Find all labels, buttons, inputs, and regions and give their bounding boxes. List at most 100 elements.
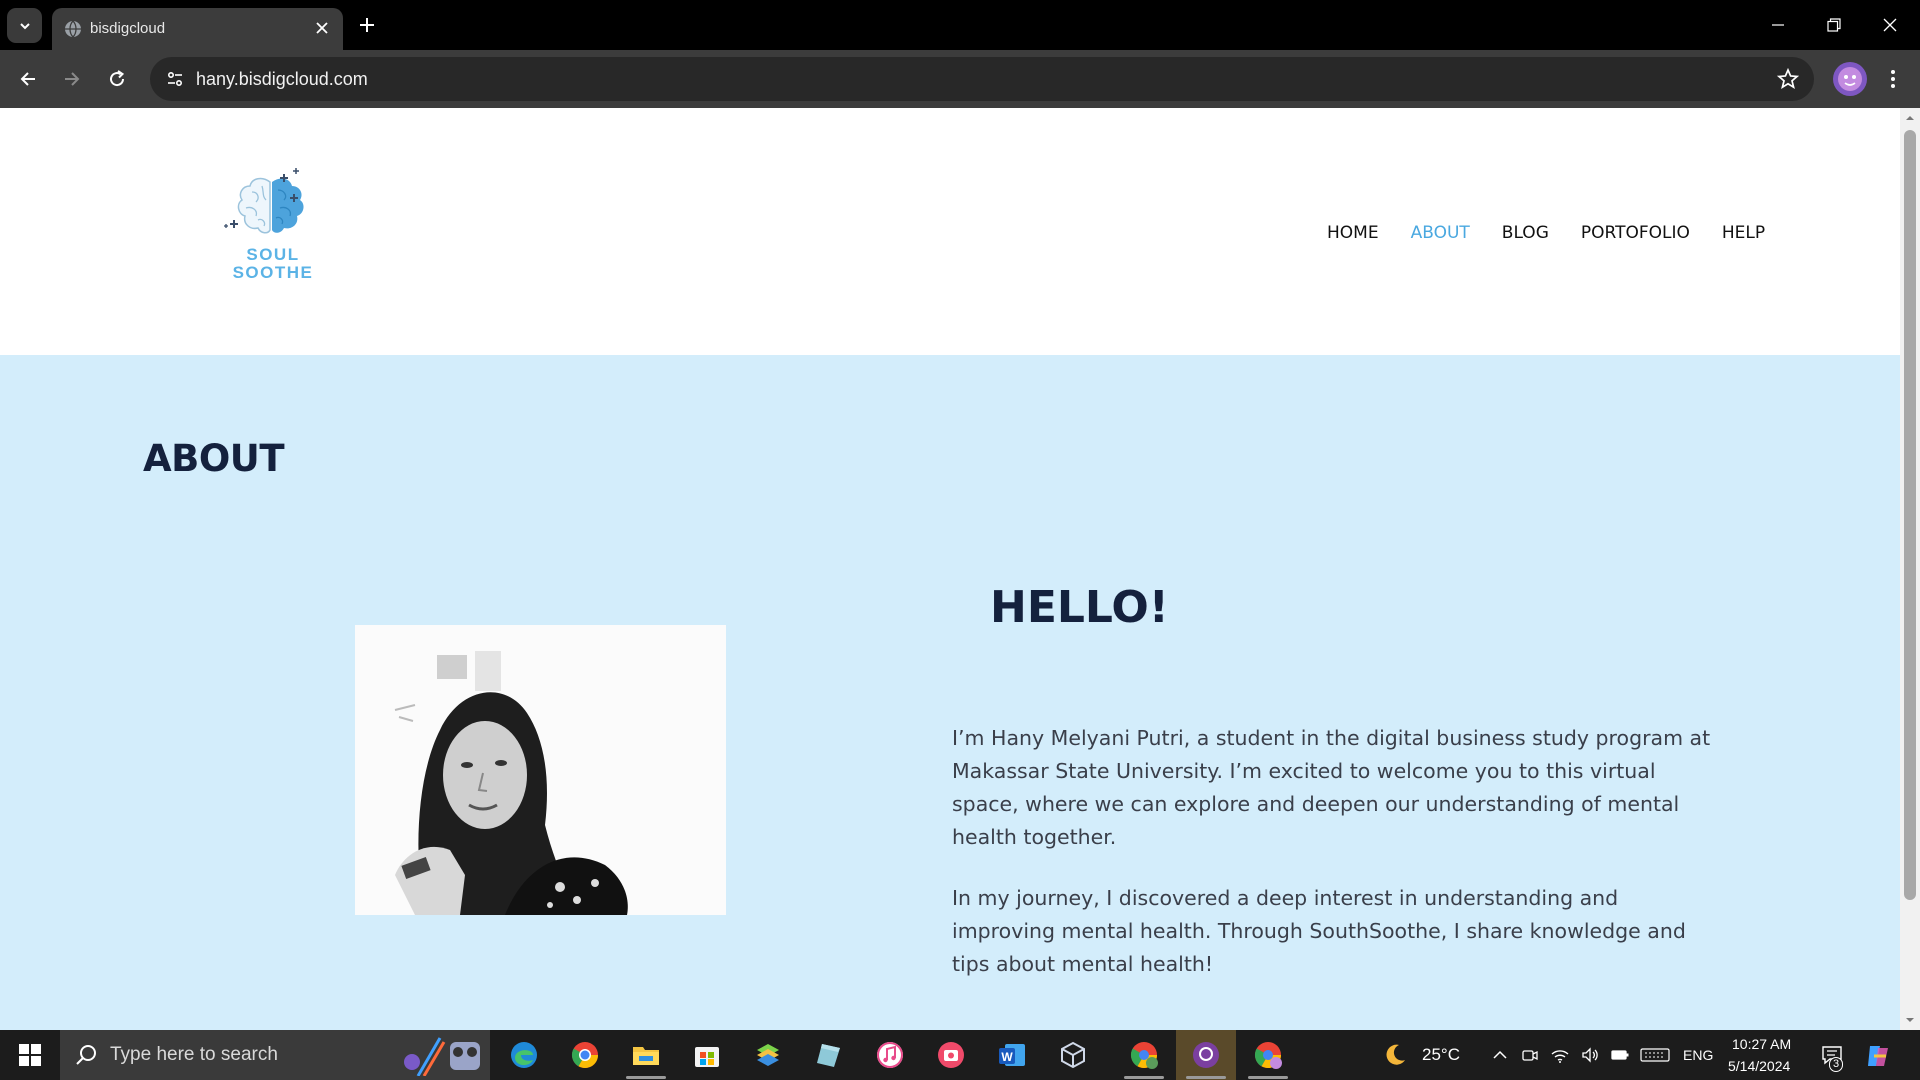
site-info-button[interactable] [160, 64, 190, 94]
nav-blog[interactable]: BLOG [1502, 220, 1549, 246]
page-scrollbar[interactable] [1900, 108, 1920, 1030]
taskbar-itunes[interactable] [860, 1030, 920, 1080]
taskbar-store[interactable] [677, 1030, 737, 1080]
page-title: ABOUT [143, 437, 285, 480]
taskbar-chrome-active[interactable] [1238, 1030, 1298, 1080]
arrow-left-icon [20, 72, 35, 86]
windows-taskbar: Type here to search W 25°C ENG 10:27 AM … [0, 1030, 1920, 1080]
taskbar-edge[interactable] [494, 1030, 554, 1080]
camera-icon [938, 1042, 964, 1068]
restore-button[interactable] [1806, 0, 1862, 50]
nav-help[interactable]: HELP [1722, 220, 1765, 246]
notes-icon [817, 1044, 840, 1067]
intro-paragraph: I’m Hany Melyani Putri, a student in the… [952, 726, 1711, 849]
file-explorer-icon [633, 1047, 659, 1065]
tune-icon [167, 71, 183, 87]
about-section: ABOUT HELLO! I’m Hany Melyani Putri, a s… [0, 355, 1900, 1030]
chevron-down-icon [19, 22, 30, 29]
clock-time[interactable]: 10:27 AM [1732, 1035, 1791, 1053]
url-text[interactable]: hany.bisdigcloud.com [196, 66, 368, 92]
close-window-button[interactable] [1862, 0, 1918, 50]
page-viewport: SOUL SOOTHE HOME ABOUT BLOG PORTOFOLIO H… [0, 108, 1900, 1030]
chrome-icon [571, 1042, 599, 1069]
browser-tab[interactable]: bisdigcloud [52, 8, 343, 50]
scroll-down-arrow-icon[interactable] [1905, 1015, 1915, 1025]
logo-text-line2: SOOTHE [232, 263, 314, 282]
logo-text-line1: SOUL [246, 245, 300, 264]
battery-icon[interactable] [1610, 1045, 1630, 1065]
weather-temperature[interactable]: 25°C [1422, 1044, 1460, 1066]
taskbar-search[interactable]: Type here to search [60, 1030, 490, 1080]
taskbar-notes[interactable] [799, 1030, 859, 1080]
back-button[interactable] [11, 62, 45, 96]
taskbar-chrome[interactable] [555, 1030, 615, 1080]
virtualbox-icon [1061, 1041, 1085, 1069]
close-icon [1883, 18, 1897, 32]
chevron-up-icon[interactable] [1490, 1045, 1510, 1065]
taskbar-github[interactable] [1176, 1030, 1236, 1080]
edge-icon [511, 1042, 537, 1068]
clock-date[interactable]: 5/14/2024 [1728, 1057, 1790, 1075]
nav-about[interactable]: ABOUT [1411, 220, 1470, 246]
browser-tab-strip: bisdigcloud [0, 0, 1920, 50]
search-placeholder: Type here to search [110, 1044, 278, 1065]
meet-now-icon[interactable] [1520, 1045, 1540, 1065]
chrome-profile-icon [1130, 1042, 1158, 1069]
copilot-icon[interactable] [1864, 1042, 1892, 1070]
bluestacks-icon [757, 1044, 779, 1066]
windows-logo-icon [19, 1044, 41, 1066]
star-icon [1777, 68, 1799, 89]
browser-menu-button[interactable] [1876, 62, 1910, 96]
nav-home[interactable]: HOME [1327, 220, 1379, 246]
address-bar[interactable]: hany.bisdigcloud.com [150, 57, 1814, 101]
itunes-icon [877, 1042, 903, 1068]
chrome-active-icon [1254, 1042, 1282, 1069]
new-tab-button[interactable] [352, 10, 382, 40]
main-nav: HOME ABOUT BLOG PORTOFOLIO HELP [1327, 220, 1797, 246]
word-icon: W [999, 1044, 1025, 1066]
wifi-icon[interactable] [1550, 1045, 1570, 1065]
keyboard-icon[interactable] [1640, 1045, 1670, 1065]
taskbar-bluestacks[interactable] [738, 1030, 798, 1080]
volume-icon[interactable] [1580, 1045, 1600, 1065]
taskbar-chrome-profile[interactable] [1114, 1030, 1174, 1080]
close-tab-button[interactable] [311, 17, 333, 39]
search-highlight-art-icon [404, 1037, 480, 1076]
taskbar-word[interactable]: W [982, 1030, 1042, 1080]
avatar-icon [1838, 67, 1862, 91]
plus-icon [360, 18, 374, 32]
restore-icon [1827, 18, 1841, 32]
tab-title: bisdigcloud [90, 20, 166, 37]
scrollbar-thumb[interactable] [1904, 130, 1916, 900]
hello-heading: HELLO! [990, 582, 1169, 633]
notification-badge: 3 [1829, 1057, 1844, 1072]
language-indicator[interactable]: ENG [1683, 1046, 1713, 1064]
globe-icon [65, 20, 81, 38]
microsoft-store-icon [695, 1047, 719, 1067]
svg-text:W: W [1001, 1050, 1013, 1064]
nav-portofolio[interactable]: PORTOFOLIO [1581, 220, 1690, 246]
search-icon [76, 1045, 96, 1065]
minimize-button[interactable] [1750, 0, 1806, 50]
journey-paragraph: In my journey, I discovered a deep inter… [952, 886, 1686, 976]
site-header: SOUL SOOTHE HOME ABOUT BLOG PORTOFOLIO H… [0, 108, 1900, 355]
github-icon [1193, 1042, 1219, 1068]
profile-avatar[interactable] [1833, 62, 1867, 96]
more-vert-icon [1891, 70, 1895, 88]
bookmark-button[interactable] [1774, 65, 1802, 93]
moon-weather-icon[interactable] [1382, 1042, 1408, 1068]
start-button[interactable] [0, 1030, 60, 1080]
reload-button[interactable] [100, 62, 134, 96]
reload-icon [110, 70, 125, 87]
profile-photo [355, 625, 726, 915]
forward-button[interactable] [55, 62, 89, 96]
close-icon [316, 22, 328, 34]
taskbar-file-explorer[interactable] [616, 1030, 676, 1080]
taskbar-camera[interactable] [921, 1030, 981, 1080]
arrow-right-icon [65, 72, 80, 86]
scroll-up-arrow-icon[interactable] [1905, 113, 1915, 123]
site-logo[interactable]: SOUL SOOTHE [218, 168, 328, 298]
taskbar-virtualbox[interactable] [1043, 1030, 1103, 1080]
portrait-image [355, 625, 726, 915]
tab-search-button[interactable] [7, 8, 42, 43]
